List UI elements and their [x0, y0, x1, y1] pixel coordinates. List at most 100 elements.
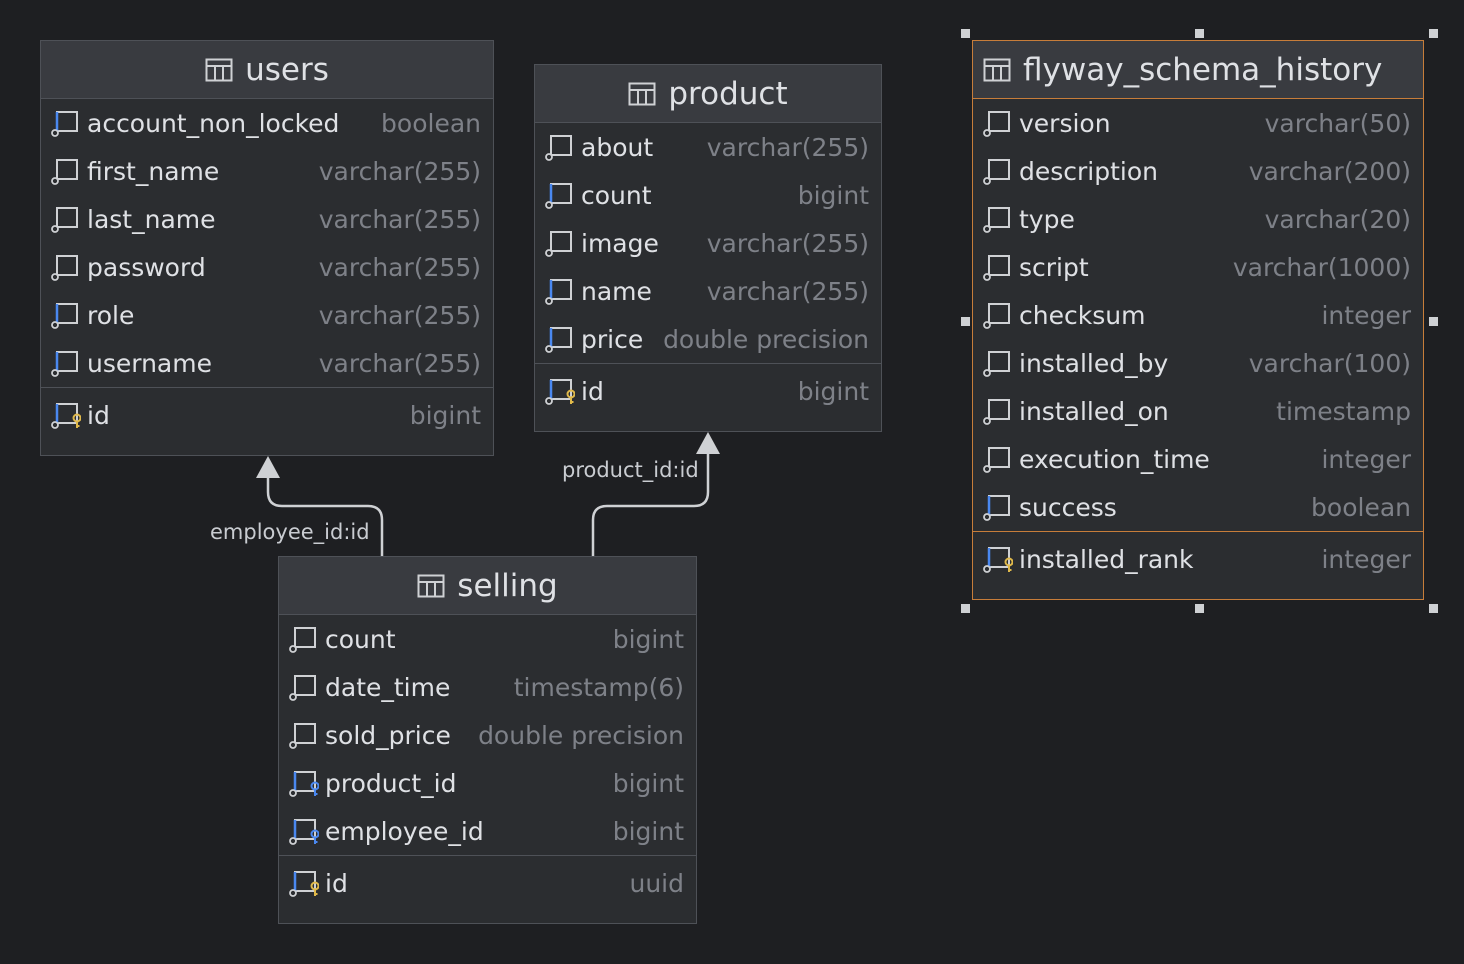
column-type: integer: [1321, 300, 1411, 330]
table-flyway-schema-history[interactable]: flyway_schema_history version varchar(50) d…: [972, 40, 1424, 600]
column-name: description: [1019, 156, 1159, 186]
column-row-count[interactable]: count bigint: [279, 615, 696, 663]
column-type: double precision: [663, 324, 869, 354]
column-row-sold-price[interactable]: sold_price double precision: [279, 711, 696, 759]
resize-handle-e[interactable]: [1429, 317, 1438, 326]
column-type: double precision: [478, 720, 684, 750]
table-icon: [417, 574, 445, 597]
table-icon: [628, 82, 656, 105]
primary-key-icon: [545, 379, 575, 405]
column-name: installed_by: [1019, 348, 1169, 378]
primary-key-icon: [289, 871, 319, 897]
resize-handle-n[interactable]: [1195, 29, 1204, 38]
table-users[interactable]: users account_non_locked boolean first_name…: [40, 40, 494, 456]
column-row-installed-by[interactable]: installed_by varchar(100): [973, 339, 1423, 387]
column-name: about: [581, 132, 654, 162]
column-type: integer: [1321, 444, 1411, 474]
resize-handle-nw[interactable]: [961, 29, 970, 38]
arrow-head-users: [256, 456, 280, 478]
table-name: product: [668, 75, 788, 112]
table-name: users: [245, 51, 329, 88]
column-row-date-time[interactable]: date_time timestamp(6): [279, 663, 696, 711]
column-row-id[interactable]: id uuid: [279, 856, 696, 910]
column-name: version: [1019, 108, 1111, 138]
table-name: flyway_schema_history: [1023, 51, 1383, 88]
column-icon: [983, 399, 1010, 425]
column-name: image: [581, 228, 659, 258]
column-name: script: [1019, 252, 1089, 282]
column-type: boolean: [381, 108, 481, 138]
column-row-image[interactable]: image varchar(255): [535, 219, 881, 267]
table-header[interactable]: selling: [279, 557, 696, 615]
column-type: bigint: [409, 400, 481, 430]
column-name: price: [581, 324, 644, 354]
column-type: varchar(255): [706, 276, 869, 306]
column-icon: [51, 207, 78, 233]
table-product[interactable]: product about varchar(255) count bigint image…: [534, 64, 882, 432]
column-row-about[interactable]: about varchar(255): [535, 123, 881, 171]
column-name: id: [87, 400, 110, 430]
column-notnull-icon: [545, 279, 572, 305]
column-row-execution-time[interactable]: execution_time integer: [973, 435, 1423, 483]
column-icon: [545, 231, 572, 257]
column-name: id: [581, 376, 604, 406]
column-row-last-name[interactable]: last_name varchar(255): [41, 195, 493, 243]
resize-handle-s[interactable]: [1195, 604, 1204, 613]
column-type: varchar(255): [318, 252, 481, 282]
foreign-key-icon: [289, 771, 319, 797]
column-row-role[interactable]: role varchar(255): [41, 291, 493, 339]
resize-handle-w[interactable]: [961, 317, 970, 326]
column-row-id[interactable]: id bigint: [535, 364, 881, 418]
column-row-description[interactable]: description varchar(200): [973, 147, 1423, 195]
column-icon: [289, 675, 316, 701]
column-name: product_id: [325, 768, 457, 798]
column-type: boolean: [1311, 492, 1411, 522]
column-icon: [289, 627, 316, 653]
column-type: varchar(255): [706, 228, 869, 258]
column-type: varchar(1000): [1232, 252, 1411, 282]
table-icon: [983, 58, 1011, 81]
column-row-version[interactable]: version varchar(50): [973, 99, 1423, 147]
column-name: role: [87, 300, 135, 330]
column-name: sold_price: [325, 720, 451, 750]
column-icon: [983, 303, 1010, 329]
column-row-price[interactable]: price double precision: [535, 315, 881, 363]
column-type: bigint: [797, 180, 869, 210]
column-type: varchar(255): [318, 300, 481, 330]
column-icon: [983, 111, 1010, 137]
column-row-checksum[interactable]: checksum integer: [973, 291, 1423, 339]
column-row-type[interactable]: type varchar(20): [973, 195, 1423, 243]
column-row-success[interactable]: success boolean: [973, 483, 1423, 531]
column-row-employee-id[interactable]: employee_id bigint: [279, 807, 696, 855]
column-row-id[interactable]: id bigint: [41, 388, 493, 442]
column-name: account_non_locked: [87, 108, 340, 138]
column-name: count: [581, 180, 652, 210]
column-row-password[interactable]: password varchar(255): [41, 243, 493, 291]
column-row-installed-rank[interactable]: installed_rank integer: [973, 532, 1423, 586]
column-row-installed-on[interactable]: installed_on timestamp: [973, 387, 1423, 435]
column-type: varchar(255): [318, 204, 481, 234]
column-row-script[interactable]: script varchar(1000): [973, 243, 1423, 291]
column-name: id: [325, 868, 348, 898]
column-type: bigint: [797, 376, 869, 406]
column-icon: [983, 351, 1010, 377]
column-name: installed_on: [1019, 396, 1169, 426]
column-type: varchar(255): [318, 156, 481, 186]
resize-handle-se[interactable]: [1429, 604, 1438, 613]
table-header[interactable]: flyway_schema_history: [973, 41, 1423, 99]
column-row-product-id[interactable]: product_id bigint: [279, 759, 696, 807]
column-row-account-non-locked[interactable]: account_non_locked boolean: [41, 99, 493, 147]
column-row-username[interactable]: username varchar(255): [41, 339, 493, 387]
column-type: timestamp: [1276, 396, 1411, 426]
resize-handle-ne[interactable]: [1429, 29, 1438, 38]
column-type: uuid: [629, 868, 684, 898]
column-row-first-name[interactable]: first_name varchar(255): [41, 147, 493, 195]
column-notnull-icon: [545, 183, 572, 209]
resize-handle-sw[interactable]: [961, 604, 970, 613]
table-header[interactable]: product: [535, 65, 881, 123]
column-name: installed_rank: [1019, 544, 1194, 574]
column-row-count[interactable]: count bigint: [535, 171, 881, 219]
table-header[interactable]: users: [41, 41, 493, 99]
table-selling[interactable]: selling count bigint date_time timestamp(6) s…: [278, 556, 697, 924]
column-row-name[interactable]: name varchar(255): [535, 267, 881, 315]
